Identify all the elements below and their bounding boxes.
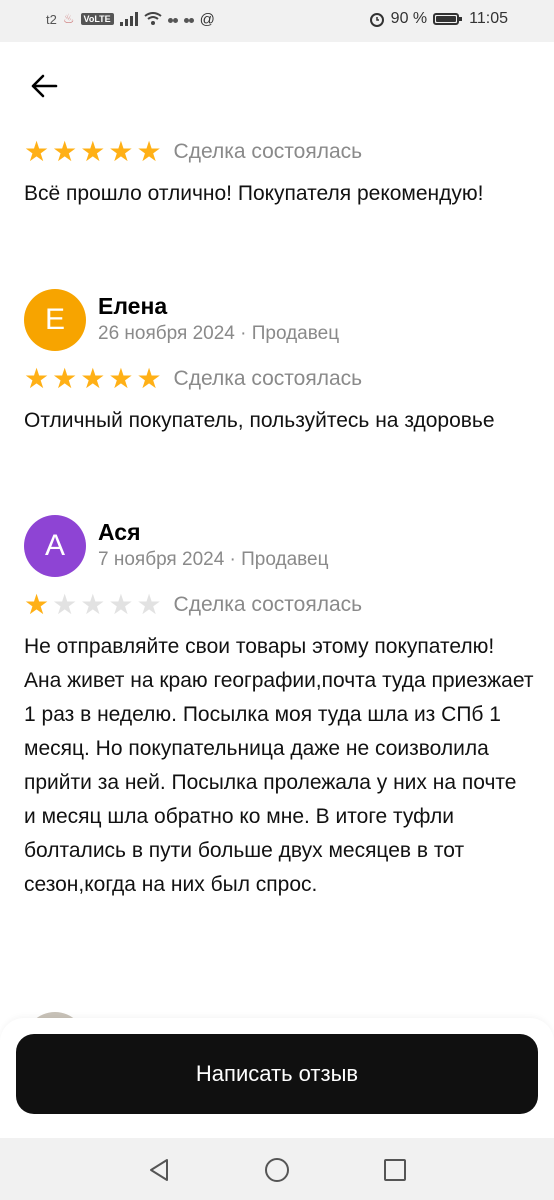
star-filled-icon: ★: [24, 589, 50, 620]
signal-icon: [119, 12, 138, 26]
back-triangle-icon[interactable]: [145, 1156, 173, 1184]
arrow-left-icon: [31, 74, 58, 98]
app-notification-icon-2: [183, 10, 194, 28]
write-review-button[interactable]: Написать отзыв: [16, 1034, 538, 1114]
star-filled-icon: ★: [24, 363, 50, 394]
reviewer[interactable]: А Ася 7 ноября 2024 · Продавец: [24, 514, 534, 578]
star-filled-icon: ★: [80, 136, 106, 167]
recents-square-icon[interactable]: [381, 1156, 409, 1184]
star-filled-icon: ★: [24, 136, 50, 167]
notification-icon: ♨: [62, 11, 75, 26]
review-meta: 26 ноября 2024 · Продавец: [98, 323, 340, 344]
battery-percent: 90 %: [390, 10, 428, 27]
navigation-bar: [0, 1138, 554, 1200]
star-empty-icon: ★: [52, 589, 78, 620]
home-circle-icon[interactable]: [263, 1156, 291, 1184]
star-filled-icon: ★: [108, 136, 134, 167]
review-item: А Ася 7 ноября 2024 · Продавец ★ ★ ★ ★ ★ Сде…: [24, 514, 534, 902]
reviewer-name: Ася: [98, 519, 141, 545]
deal-status: Сделка состоялась: [173, 140, 363, 163]
reviewer[interactable]: Е Елена 26 ноября 2024 · Продавец: [24, 288, 534, 352]
volte-badge: VoLTE: [80, 13, 114, 25]
review-item: ★ ★ ★ ★ ★ Сделка состоялась Всё прошло отлич…: [24, 137, 534, 211]
star-rating: ★ ★ ★ ★ ★: [24, 590, 162, 620]
at-icon: @: [199, 10, 215, 28]
star-filled-icon: ★: [136, 136, 162, 167]
deal-status: Сделка состоялась: [173, 593, 363, 616]
review-text: Не отправляйте свои товары этому покупат…: [24, 635, 534, 896]
review-text: Отличный покупатель, пользуйтесь на здор…: [24, 409, 495, 432]
avatar: А: [24, 515, 86, 577]
star-filled-icon: ★: [136, 363, 162, 394]
star-empty-icon: ★: [80, 589, 106, 620]
reviewer-name: Елена: [98, 293, 168, 319]
star-rating: ★ ★ ★ ★ ★: [24, 364, 162, 394]
star-empty-icon: ★: [136, 589, 162, 620]
rating-row: ★ ★ ★ ★ ★ Сделка состоялась: [24, 137, 534, 167]
deal-status: Сделка состоялась: [173, 367, 363, 390]
wifi-icon: [144, 12, 162, 25]
star-filled-icon: ★: [80, 363, 106, 394]
clock: 11:05: [469, 10, 508, 27]
rating-row: ★ ★ ★ ★ ★ Сделка состоялась: [24, 364, 534, 394]
review-item: Е Елена 26 ноября 2024 · Продавец ★ ★ ★ ★ ★ …: [24, 288, 534, 438]
app-notification-icon: [167, 10, 178, 28]
back-button[interactable]: [26, 68, 62, 104]
star-empty-icon: ★: [108, 589, 134, 620]
review-meta: 7 ноября 2024 · Продавец: [98, 549, 329, 570]
battery-icon: [433, 13, 463, 25]
status-bar: t2 ♨ VoLTE @ 90 % 11:05: [0, 0, 554, 42]
star-filled-icon: ★: [52, 363, 78, 394]
alarm-icon: [369, 13, 384, 27]
review-text: Всё прошло отлично! Покупателя рекоменду…: [24, 182, 484, 205]
star-filled-icon: ★: [52, 136, 78, 167]
rating-row: ★ ★ ★ ★ ★ Сделка состоялась: [24, 590, 534, 620]
star-rating: ★ ★ ★ ★ ★: [24, 137, 162, 167]
carrier-label: t2: [46, 11, 57, 27]
avatar: Е: [24, 289, 86, 351]
star-filled-icon: ★: [108, 363, 134, 394]
